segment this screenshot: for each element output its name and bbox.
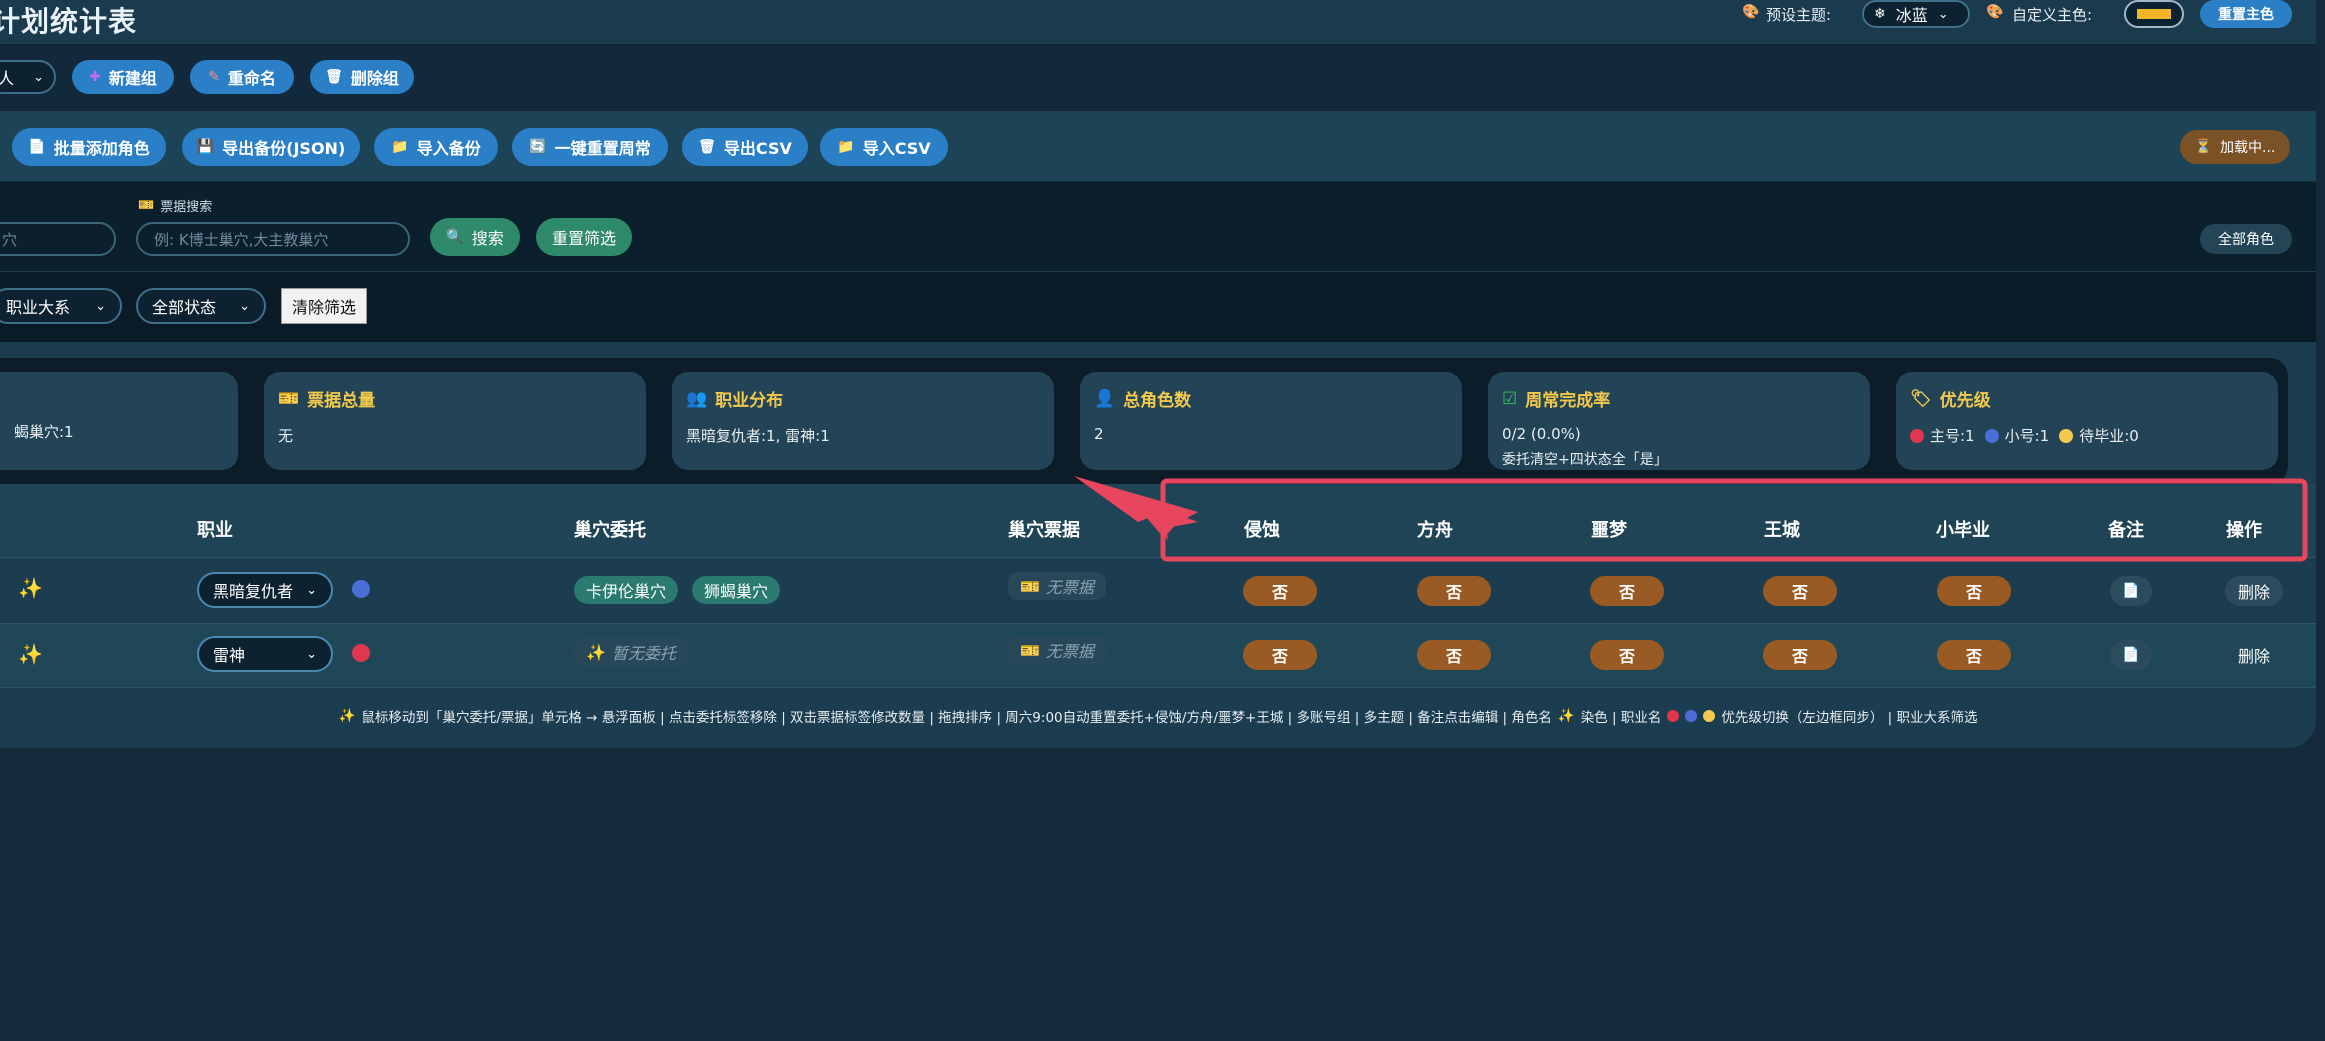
annotation-arrow-head [1074,476,1198,538]
annotation-highlight-box [1160,478,2308,562]
annotation-overlay [1074,476,2308,562]
